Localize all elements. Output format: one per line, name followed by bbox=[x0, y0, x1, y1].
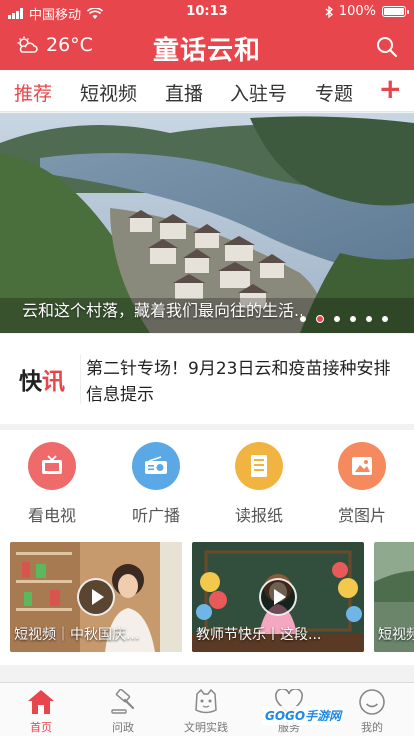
bluetooth-icon bbox=[325, 5, 333, 18]
carousel-dot[interactable] bbox=[366, 316, 372, 322]
quick-link-label: 赏图片 bbox=[337, 506, 386, 525]
news-flash-tag-1: 快 bbox=[19, 369, 42, 395]
app-header: 26°C 童话云和 bbox=[0, 24, 414, 70]
mascot-icon bbox=[195, 688, 217, 714]
tv-icon bbox=[28, 442, 76, 490]
video-caption: 短视频｜中秋国庆... bbox=[14, 627, 140, 643]
carousel-dot[interactable] bbox=[316, 315, 324, 323]
quick-link-radio[interactable]: 听广播 bbox=[116, 442, 196, 526]
carousel-dot[interactable] bbox=[300, 316, 306, 322]
radio-icon bbox=[132, 442, 180, 490]
carousel-dot[interactable] bbox=[382, 316, 388, 322]
app-logo: 童话云和 bbox=[152, 36, 261, 66]
nav-label: 问政 bbox=[112, 721, 134, 734]
quick-link-label: 看电视 bbox=[27, 506, 76, 525]
carousel-indicator bbox=[300, 315, 388, 323]
nav-label: 文明实践 bbox=[184, 721, 228, 734]
news-flash[interactable]: 快讯 第二针专场！9月23日云和疫苗接种安排信息提示 bbox=[0, 334, 414, 424]
banner-carousel[interactable]: 云和这个村落，藏着我们最向往的生活... bbox=[0, 113, 414, 333]
nav-inquiry[interactable]: 问政 bbox=[82, 687, 164, 735]
picture-icon bbox=[338, 442, 386, 490]
banner-caption: 云和这个村落，藏着我们最向往的生活... bbox=[22, 301, 302, 320]
category-tabs: 推荐 短视频 直播 入驻号 专题 + bbox=[0, 70, 414, 112]
quick-links: 看电视 听广播 读报纸 赏图片 bbox=[0, 430, 414, 530]
video-card[interactable]: 短视频｜中秋国庆... bbox=[10, 542, 182, 652]
search-icon bbox=[377, 37, 398, 58]
carousel-dot[interactable] bbox=[334, 316, 340, 322]
tab-accounts[interactable]: 入驻号 bbox=[230, 79, 287, 106]
bottom-nav: 首页 问政 文明实践 服务 我的 bbox=[0, 682, 414, 736]
nav-civilization[interactable]: 文明实践 bbox=[165, 687, 247, 735]
tab-topics[interactable]: 专题 bbox=[315, 79, 353, 106]
status-bar: 中国移动 10:13 100% bbox=[0, 0, 414, 24]
video-caption: 短视频... bbox=[378, 627, 414, 643]
nav-home[interactable]: 首页 bbox=[0, 687, 82, 735]
quick-link-pictures[interactable]: 赏图片 bbox=[322, 442, 402, 526]
smile-icon bbox=[359, 689, 385, 715]
tab-live[interactable]: 直播 bbox=[165, 79, 203, 106]
search-button[interactable] bbox=[374, 34, 400, 60]
video-caption: 教师节快乐丨这段... bbox=[196, 627, 322, 643]
newspaper-icon bbox=[235, 442, 283, 490]
news-flash-tag-2: 讯 bbox=[42, 369, 65, 395]
video-card[interactable]: 教师节快乐丨这段... bbox=[192, 542, 364, 652]
quick-link-label: 听广播 bbox=[131, 506, 180, 525]
news-flash-tag: 快讯 bbox=[12, 354, 72, 404]
carousel-dot[interactable] bbox=[350, 316, 356, 322]
video-strip: 短视频｜中秋国庆... 教师节快乐丨这段... 短视频... bbox=[0, 530, 414, 665]
nav-label: 首页 bbox=[30, 721, 52, 734]
play-icon bbox=[259, 578, 297, 616]
tab-short-video[interactable]: 短视频 bbox=[80, 79, 137, 106]
watermark-brand: GOGO手游网 bbox=[265, 709, 342, 723]
news-flash-headline[interactable]: 第二针专场！9月23日云和疫苗接种安排信息提示 bbox=[86, 356, 396, 408]
video-card[interactable]: 短视频... bbox=[374, 542, 414, 652]
add-tab-button[interactable]: + bbox=[379, 74, 402, 104]
tab-recommend[interactable]: 推荐 bbox=[14, 79, 52, 106]
home-icon bbox=[28, 690, 54, 714]
play-icon bbox=[77, 578, 115, 616]
battery-icon bbox=[382, 6, 409, 17]
quick-link-newspaper[interactable]: 读报纸 bbox=[219, 442, 299, 526]
battery-percent: 100% bbox=[338, 4, 376, 19]
quick-link-label: 读报纸 bbox=[234, 506, 283, 525]
quick-link-tv[interactable]: 看电视 bbox=[12, 442, 92, 526]
gavel-icon bbox=[111, 689, 135, 714]
watermark: GOGO手游网 bbox=[262, 706, 345, 725]
divider bbox=[80, 354, 81, 404]
